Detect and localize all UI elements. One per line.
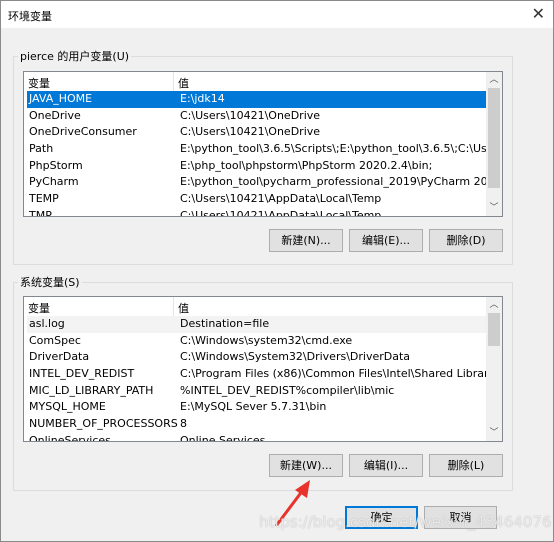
scrollbar[interactable]: ︿ ﹀ bbox=[486, 72, 502, 216]
system-edit-button[interactable]: 编辑(I)... bbox=[349, 454, 423, 477]
table-row[interactable]: PyCharm E:\python_tool\pycharm_profession… bbox=[27, 174, 488, 191]
watermark: https://blog.csdn.net/weixin_43464076 bbox=[259, 513, 552, 531]
table-row[interactable]: OnlineServices Online Services bbox=[27, 433, 488, 442]
title-bar: 环境变量 ✕ bbox=[1, 1, 553, 28]
table-row[interactable]: OneDriveConsumer C:\Users\10421\OneDrive bbox=[27, 124, 488, 141]
table-row[interactable]: PhpStorm E:\php_tool\phpstorm\PhpStorm 20… bbox=[27, 158, 488, 175]
variable-value: C:\Windows\System32\Drivers\DriverData bbox=[180, 350, 411, 364]
user-vars-label: pierce 的用户变量(U) bbox=[18, 48, 132, 64]
variable-value: E:\python_tool\3.6.5\Scripts\;E:\python_… bbox=[180, 142, 488, 156]
variable-value: E:\jdk14 bbox=[180, 92, 225, 105]
table-row[interactable]: TMP C:\Users\10421\AppData\Local\Temp bbox=[27, 208, 488, 217]
scroll-down-icon[interactable]: ﹀ bbox=[486, 200, 502, 216]
variable-name: MYSQL_HOME bbox=[29, 400, 106, 414]
system-vars-list[interactable]: 变量 值 asl.log Destination=file ComSpec C:\Wi… bbox=[23, 296, 503, 442]
scroll-up-icon[interactable]: ︿ bbox=[486, 297, 502, 313]
variable-name: OneDriveConsumer bbox=[29, 125, 137, 139]
scrollbar-thumb[interactable] bbox=[488, 313, 500, 346]
table-row[interactable]: MIC_LD_LIBRARY_PATH %INTEL_DEV_REDIST%com… bbox=[27, 383, 488, 400]
variable-value: 8 bbox=[180, 417, 187, 431]
variable-value: Online Services bbox=[180, 433, 266, 442]
variable-name: OnlineServices bbox=[29, 433, 111, 442]
variable-value: %INTEL_DEV_REDIST%compiler\lib\mic bbox=[180, 383, 395, 397]
column-header-value[interactable]: 值 bbox=[174, 72, 193, 91]
variable-name: OneDrive bbox=[29, 108, 81, 122]
list-header: 变量 值 bbox=[24, 297, 488, 316]
scrollbar-thumb[interactable] bbox=[488, 88, 500, 188]
table-row[interactable]: OneDrive C:\Users\10421\OneDrive bbox=[27, 108, 488, 125]
column-header-variable[interactable]: 变量 bbox=[24, 297, 174, 316]
list-header: 变量 值 bbox=[24, 72, 488, 91]
table-row[interactable]: INTEL_DEV_REDIST C:\Program Files (x86)\C… bbox=[27, 366, 488, 383]
variable-name: ComSpec bbox=[29, 333, 81, 347]
variable-value: C:\Users\10421\AppData\Local\Temp bbox=[180, 208, 382, 217]
scroll-up-icon[interactable]: ︿ bbox=[486, 72, 502, 88]
variable-value: C:\Windows\system32\cmd.exe bbox=[180, 333, 353, 347]
variable-name: JAVA_HOME bbox=[29, 92, 93, 105]
system-vars-label: 系统变量(S) bbox=[18, 274, 82, 290]
table-row[interactable]: asl.log Destination=file bbox=[27, 316, 488, 333]
variable-name: TEMP bbox=[29, 192, 59, 206]
variable-name: NUMBER_OF_PROCESSORS bbox=[29, 417, 178, 431]
table-row[interactable]: Path E:\python_tool\3.6.5\Scripts\;E:\pyt… bbox=[27, 141, 488, 158]
table-row[interactable]: NUMBER_OF_PROCESSORS 8 bbox=[27, 416, 488, 433]
variable-value: Destination=file bbox=[180, 317, 270, 330]
user-delete-button[interactable]: 删除(D) bbox=[429, 229, 503, 252]
scrollbar[interactable]: ︿ ﹀ bbox=[486, 297, 502, 441]
variable-value: E:\php_tool\phpstorm\PhpStorm 2020.2.4\b… bbox=[180, 158, 433, 172]
variable-value: C:\Program Files (x86)\Common Files\Inte… bbox=[180, 367, 488, 381]
window-title: 环境变量 bbox=[8, 10, 52, 23]
table-row[interactable]: TEMP C:\Users\10421\AppData\Local\Temp bbox=[27, 191, 488, 208]
column-header-variable[interactable]: 变量 bbox=[24, 72, 174, 91]
variable-value: C:\Users\10421\AppData\Local\Temp bbox=[180, 192, 382, 206]
variable-name: DriverData bbox=[29, 350, 90, 364]
user-new-button[interactable]: 新建(N)... bbox=[269, 229, 343, 252]
system-new-button[interactable]: 新建(W)... bbox=[269, 454, 343, 477]
table-row[interactable]: JAVA_HOME E:\jdk14 bbox=[27, 91, 488, 108]
variable-name: INTEL_DEV_REDIST bbox=[29, 367, 135, 381]
variable-name: PyCharm bbox=[29, 175, 79, 189]
table-row[interactable]: MYSQL_HOME E:\MySQL Sever 5.7.31\bin bbox=[27, 399, 488, 416]
variable-value: E:\MySQL Sever 5.7.31\bin bbox=[180, 400, 327, 414]
variable-value: C:\Users\10421\OneDrive bbox=[180, 125, 321, 139]
variable-value: E:\python_tool\pycharm_professional_2019… bbox=[180, 175, 488, 189]
column-header-value[interactable]: 值 bbox=[174, 297, 193, 316]
scroll-down-icon[interactable]: ﹀ bbox=[486, 425, 502, 441]
user-vars-list[interactable]: 变量 值 JAVA_HOME E:\jdk14 OneDrive C:\Users\1… bbox=[23, 71, 503, 217]
user-edit-button[interactable]: 编辑(E)... bbox=[349, 229, 423, 252]
system-delete-button[interactable]: 删除(L) bbox=[429, 454, 503, 477]
variable-name: PhpStorm bbox=[29, 158, 83, 172]
variable-value: C:\Users\10421\OneDrive bbox=[180, 108, 321, 122]
variable-name: TMP bbox=[29, 208, 52, 217]
table-row[interactable]: ComSpec C:\Windows\system32\cmd.exe bbox=[27, 333, 488, 350]
variable-name: asl.log bbox=[29, 317, 65, 330]
variable-name: Path bbox=[29, 142, 54, 156]
close-icon[interactable]: ✕ bbox=[532, 4, 545, 23]
table-row[interactable]: DriverData C:\Windows\System32\Drivers\Dr… bbox=[27, 349, 488, 366]
variable-name: MIC_LD_LIBRARY_PATH bbox=[29, 383, 154, 397]
